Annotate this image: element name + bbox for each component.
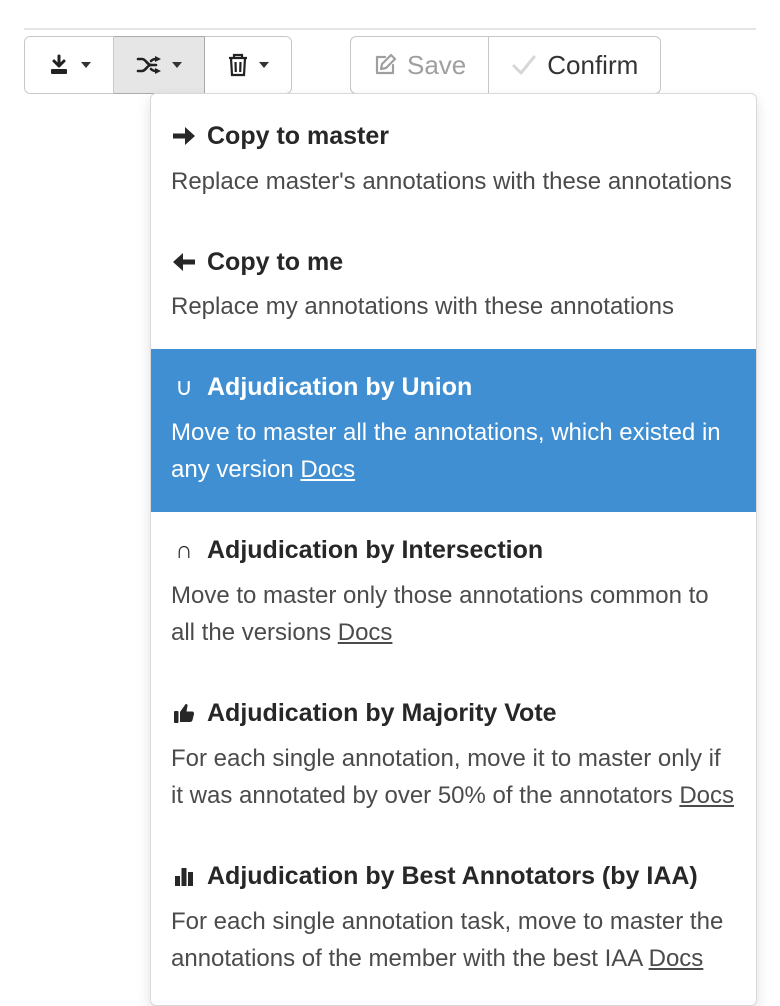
menu-item-copy-to-me[interactable]: Copy to me Replace my annotations with t… xyxy=(151,224,756,350)
right-button-group: Save Confirm xyxy=(350,36,661,94)
save-label: Save xyxy=(407,50,466,81)
left-button-group xyxy=(24,36,292,94)
menu-item-title: ∩ Adjudication by Intersection xyxy=(171,534,736,567)
menu-item-desc: Replace my annotations with these annota… xyxy=(171,288,736,325)
menu-item-adjudication-union[interactable]: ∪ Adjudication by Union Move to master a… xyxy=(151,349,756,512)
bar-chart-icon xyxy=(174,866,194,886)
docs-link[interactable]: Docs xyxy=(300,456,355,483)
menu-item-desc: For each single annotation task, move to… xyxy=(171,903,736,977)
menu-item-adjudication-intersection[interactable]: ∩ Adjudication by Intersection Move to m… xyxy=(151,512,756,675)
menu-item-title: Copy to me xyxy=(171,246,736,279)
menu-item-copy-to-master[interactable]: Copy to master Replace master's annotati… xyxy=(151,98,756,224)
menu-item-title: Adjudication by Majority Vote xyxy=(171,697,736,730)
thumbs-up-icon xyxy=(173,702,195,724)
menu-item-desc: Move to master only those annotations co… xyxy=(171,577,736,651)
menu-item-adjudication-best-annotators[interactable]: Adjudication by Best Annotators (by IAA)… xyxy=(151,838,756,1001)
arrow-right-icon xyxy=(173,127,195,145)
docs-link[interactable]: Docs xyxy=(679,782,734,809)
union-icon: ∪ xyxy=(175,372,193,403)
docs-link[interactable]: Docs xyxy=(338,619,393,646)
intersection-icon: ∩ xyxy=(175,535,192,566)
menu-item-desc: Move to master all the annotations, whic… xyxy=(171,414,736,488)
menu-item-desc: Replace master's annotations with these … xyxy=(171,163,736,200)
shuffle-button[interactable] xyxy=(114,36,205,94)
confirm-button[interactable]: Confirm xyxy=(489,36,661,94)
check-icon xyxy=(511,53,537,77)
menu-item-title: Adjudication by Best Annotators (by IAA) xyxy=(171,860,736,893)
caret-down-icon xyxy=(81,62,91,68)
caret-down-icon xyxy=(259,62,269,68)
menu-item-title: ∪ Adjudication by Union xyxy=(171,371,736,404)
menu-item-adjudication-majority[interactable]: Adjudication by Majority Vote For each s… xyxy=(151,675,756,838)
download-button[interactable] xyxy=(24,36,114,94)
adjudication-dropdown: Copy to master Replace master's annotati… xyxy=(150,93,757,1006)
trash-icon xyxy=(227,53,249,77)
docs-link[interactable]: Docs xyxy=(649,945,704,972)
edit-icon xyxy=(373,53,397,77)
toolbar: Save Confirm xyxy=(24,28,756,94)
save-button[interactable]: Save xyxy=(350,36,489,94)
confirm-label: Confirm xyxy=(547,50,638,81)
delete-button[interactable] xyxy=(205,36,292,94)
download-icon xyxy=(47,53,71,77)
shuffle-icon xyxy=(136,53,162,77)
menu-item-title: Copy to master xyxy=(171,120,736,153)
menu-item-desc: For each single annotation, move it to m… xyxy=(171,740,736,814)
arrow-left-icon xyxy=(173,253,195,271)
caret-down-icon xyxy=(172,62,182,68)
